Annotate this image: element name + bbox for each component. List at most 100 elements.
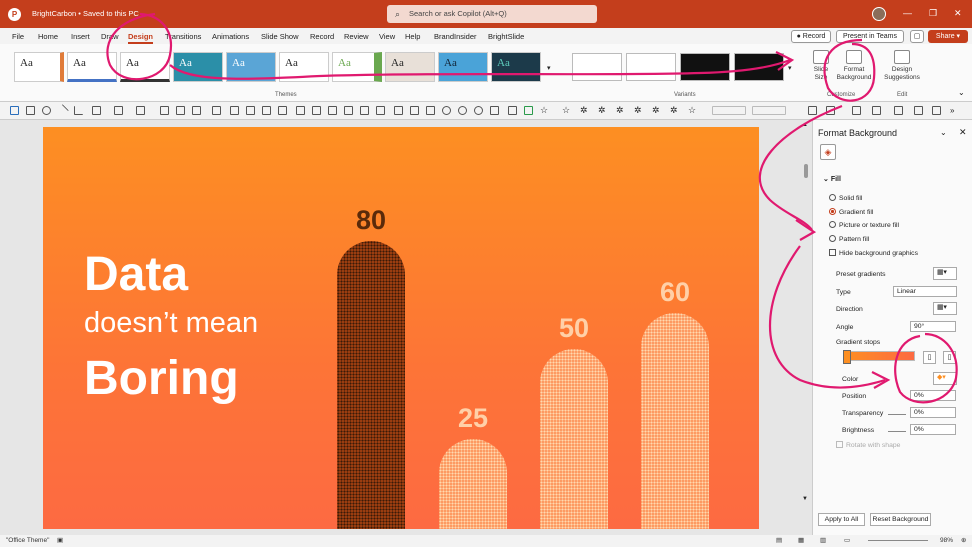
- reset-background-button[interactable]: Reset Background: [870, 513, 931, 526]
- theme-thumbnail[interactable]: Aa: [173, 52, 223, 82]
- star-icon[interactable]: ☆: [688, 105, 696, 116]
- variants-more-icon[interactable]: ▾: [788, 64, 792, 72]
- variant-thumbnail[interactable]: [626, 53, 676, 81]
- theme-thumbnail[interactable]: Aa: [226, 52, 276, 82]
- transparency-input[interactable]: 0%: [910, 407, 956, 418]
- fill-color-icon[interactable]: [92, 106, 101, 115]
- table-icon[interactable]: [410, 106, 419, 115]
- slide[interactable]: Data doesn’t mean Boring 80 25 50 60: [43, 127, 759, 529]
- crop-icon[interactable]: [490, 106, 499, 115]
- solid-fill-radio[interactable]: Solid fill: [829, 194, 862, 202]
- variant-thumbnail[interactable]: [734, 53, 784, 81]
- star-icon[interactable]: ✲: [670, 105, 678, 116]
- arrange-icon[interactable]: [852, 106, 861, 115]
- align-icon[interactable]: [826, 106, 835, 115]
- shape-intersect-icon[interactable]: [458, 106, 467, 115]
- brightness-input[interactable]: 0%: [910, 424, 956, 435]
- connector-icon[interactable]: [74, 106, 83, 115]
- accessibility-icon[interactable]: ▣: [57, 536, 63, 544]
- star-icon[interactable]: ✲: [634, 105, 642, 116]
- fill-section-header[interactable]: ⌄ Fill: [823, 175, 841, 183]
- slide-title-line1[interactable]: Data: [84, 247, 188, 302]
- minimize-icon[interactable]: —: [903, 8, 912, 18]
- record-button[interactable]: ● Record: [791, 30, 831, 43]
- more-icon[interactable]: »: [950, 106, 954, 115]
- swap-icon[interactable]: [394, 106, 403, 115]
- shape-union-icon[interactable]: [442, 106, 451, 115]
- theme-thumbnail[interactable]: Aa: [120, 52, 170, 82]
- slide-sorter-icon[interactable]: ▥: [820, 536, 826, 544]
- bar-value-label[interactable]: 50: [539, 313, 609, 344]
- tab-record[interactable]: Record: [310, 32, 334, 41]
- pattern-fill-radio[interactable]: Pattern fill: [829, 235, 869, 243]
- picture-fill-radio[interactable]: Picture or texture fill: [829, 221, 899, 229]
- star-icon[interactable]: ☆: [562, 105, 570, 116]
- preset-gradients-dropdown[interactable]: ▦▾: [933, 267, 957, 280]
- notes-icon[interactable]: ▤: [776, 536, 782, 544]
- tab-home[interactable]: Home: [38, 32, 58, 41]
- chart-bar[interactable]: [540, 349, 608, 529]
- oval-icon[interactable]: [42, 106, 51, 115]
- align-left-icon[interactable]: [160, 106, 169, 115]
- align-top-icon[interactable]: [296, 106, 305, 115]
- apply-to-all-button[interactable]: Apply to All: [818, 513, 865, 526]
- comments-icon[interactable]: ▢: [910, 30, 924, 43]
- chart-bar[interactable]: [337, 241, 405, 529]
- avatar[interactable]: [872, 7, 886, 21]
- align-right-icon[interactable]: [192, 106, 201, 115]
- group-icon[interactable]: [230, 106, 239, 115]
- align-middle-icon[interactable]: [312, 106, 321, 115]
- theme-thumbnail[interactable]: Aa: [67, 52, 117, 82]
- size-match-icon[interactable]: [360, 106, 369, 115]
- share-button[interactable]: Share ▾: [928, 30, 968, 43]
- tab-slide-show[interactable]: Slide Show: [261, 32, 299, 41]
- present-in-teams-button[interactable]: Present in Teams: [836, 30, 904, 43]
- scrollbar-thumb[interactable]: [804, 164, 808, 178]
- position-input[interactable]: 0%: [910, 390, 956, 401]
- format-background-button[interactable]: Format Background: [836, 50, 872, 82]
- chart-icon[interactable]: [376, 106, 385, 115]
- gradient-stop-handle[interactable]: [843, 350, 851, 364]
- font-color-icon[interactable]: [136, 106, 145, 115]
- star-icon[interactable]: ✲: [580, 105, 588, 116]
- send-backward-icon[interactable]: [278, 106, 287, 115]
- tab-file[interactable]: File: [12, 32, 24, 41]
- slide-size-button[interactable]: Slide Size: [809, 50, 833, 82]
- theme-thumbnail[interactable]: Aa: [385, 52, 435, 82]
- rectangle-icon[interactable]: [26, 106, 35, 115]
- pane-options-icon[interactable]: ⌄: [940, 128, 947, 137]
- type-dropdown[interactable]: Linear: [893, 286, 957, 297]
- tab-insert[interactable]: Insert: [71, 32, 90, 41]
- theme-thumbnail[interactable]: Aa: [491, 52, 541, 82]
- theme-thumbnail[interactable]: Aa: [438, 52, 488, 82]
- slide-title-line3[interactable]: Boring: [84, 351, 239, 406]
- ruler-icon[interactable]: [932, 106, 941, 115]
- color-picker-button[interactable]: ◆▾: [933, 372, 957, 385]
- align-icon[interactable]: [808, 106, 817, 115]
- tab-animations[interactable]: Animations: [212, 32, 249, 41]
- collapse-ribbon-icon[interactable]: ⌄: [958, 88, 965, 97]
- tab-transitions[interactable]: Transitions: [165, 32, 201, 41]
- align-bottom-icon[interactable]: [328, 106, 337, 115]
- add-gradient-stop-icon[interactable]: ▯: [923, 351, 936, 364]
- theme-thumbnail[interactable]: Aa: [14, 52, 64, 82]
- align-center-icon[interactable]: [176, 106, 185, 115]
- ungroup-icon[interactable]: [246, 106, 255, 115]
- chart-bar[interactable]: [439, 439, 507, 529]
- theme-thumbnail[interactable]: Aa: [332, 52, 382, 82]
- size-field[interactable]: [712, 106, 746, 115]
- close-icon[interactable]: ✕: [954, 8, 962, 19]
- size-match-icon[interactable]: [344, 106, 353, 115]
- transparency-slider[interactable]: [888, 414, 906, 415]
- merge-icon[interactable]: [426, 106, 435, 115]
- angle-input[interactable]: 90°: [910, 321, 956, 332]
- star-icon[interactable]: ☆: [540, 105, 548, 116]
- zoom-slider[interactable]: [868, 540, 928, 541]
- tab-brandinsider[interactable]: BrandInsider: [434, 32, 477, 41]
- arrange-icon[interactable]: [872, 106, 881, 115]
- distribute-icon[interactable]: [212, 106, 221, 115]
- design-suggestions-button[interactable]: Design Suggestions: [882, 50, 922, 82]
- gradient-fill-radio[interactable]: Gradient fill: [829, 208, 873, 216]
- tab-design[interactable]: Design: [128, 32, 154, 44]
- brandinsider-icon[interactable]: [524, 106, 533, 115]
